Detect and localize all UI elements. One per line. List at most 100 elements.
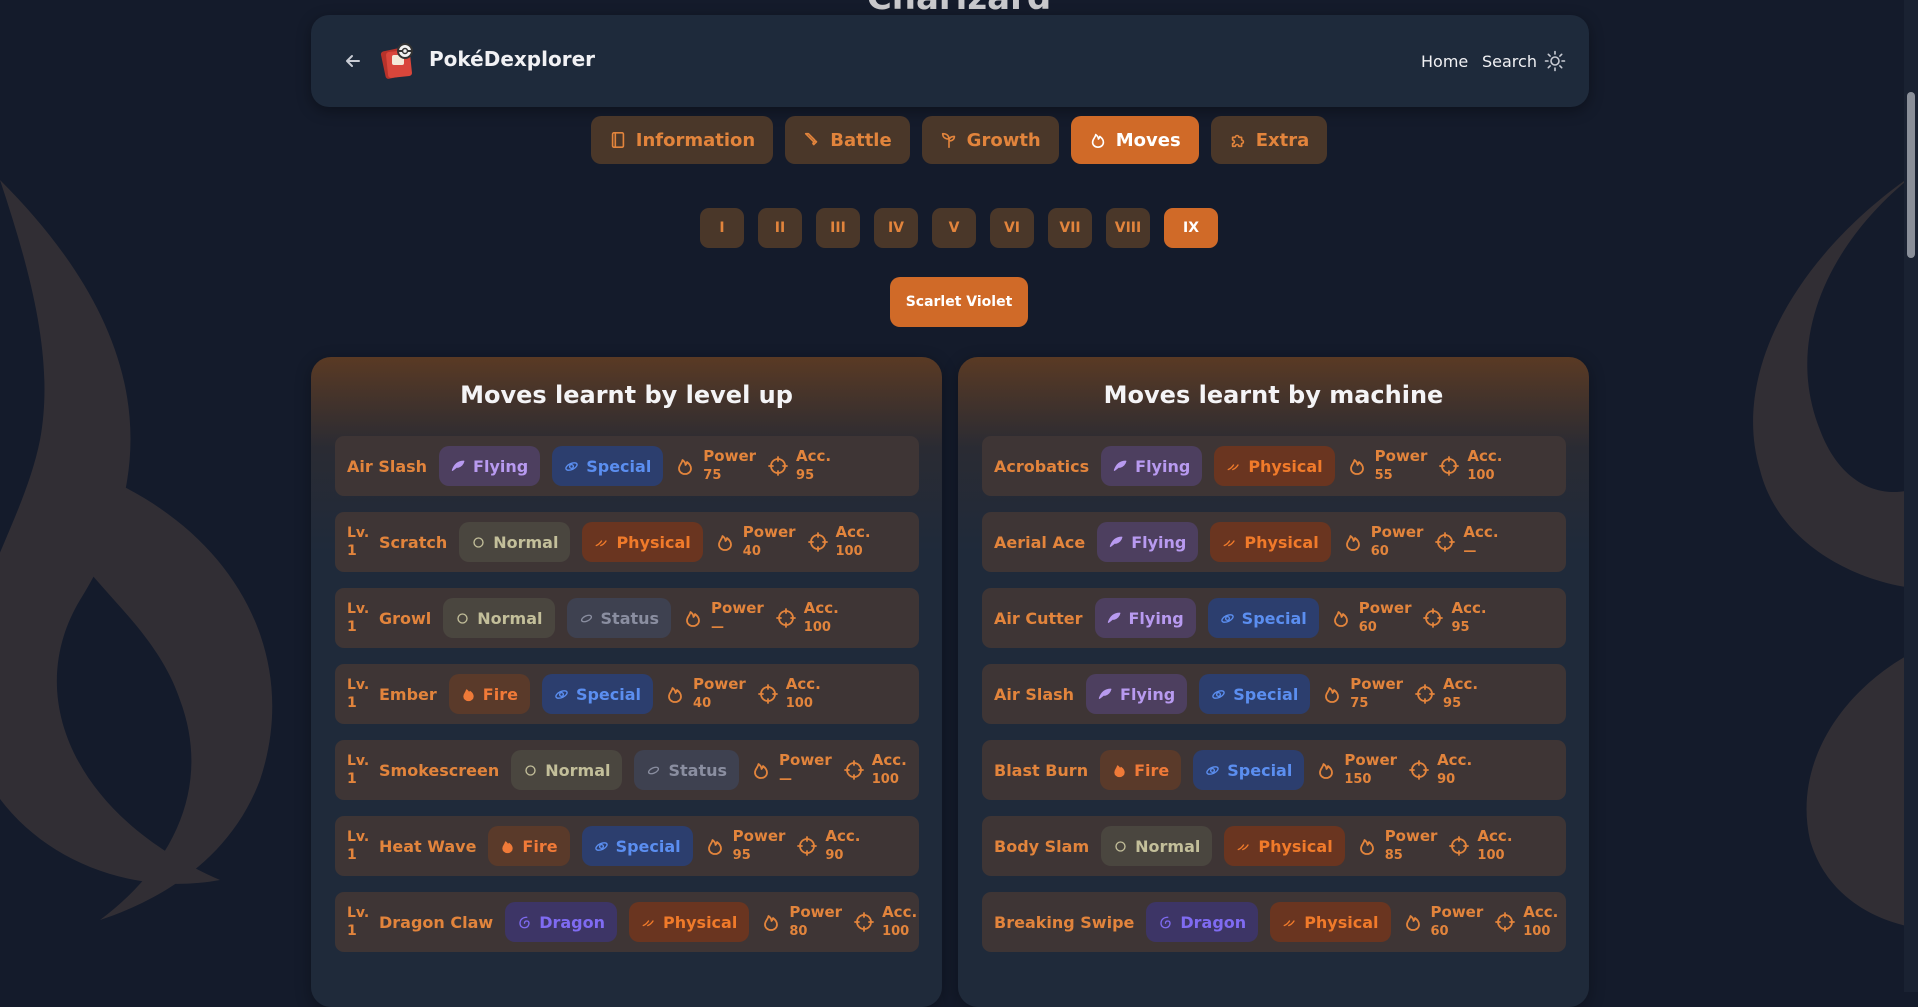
nav-search-link[interactable]: Search bbox=[1482, 52, 1537, 71]
generation-button-iii[interactable]: III bbox=[816, 208, 860, 248]
power-value: — bbox=[711, 620, 725, 635]
move-row-scratch[interactable]: Lv. 1 Scratch Normal Physical Power 40 A… bbox=[335, 512, 919, 572]
type-badge[interactable]: Normal bbox=[1101, 826, 1213, 866]
type-badge[interactable]: Normal bbox=[511, 750, 623, 790]
move-row-smokescreen[interactable]: Lv. 1 Smokescreen Normal Status Power — … bbox=[335, 740, 919, 800]
power-value: 95 bbox=[732, 848, 751, 863]
move-row-air-slash[interactable]: Air Slash Flying Special Power 75 Acc. 9… bbox=[982, 664, 1566, 724]
scrollbar-thumb[interactable] bbox=[1907, 92, 1915, 258]
accuracy-value: — bbox=[1463, 544, 1477, 559]
page-scrollbar[interactable] bbox=[1904, 0, 1918, 992]
category-badge[interactable]: Physical bbox=[1210, 522, 1331, 562]
type-badge[interactable]: Dragon bbox=[505, 902, 617, 942]
category-badge[interactable]: Special bbox=[581, 826, 693, 866]
generation-button-viii[interactable]: VIII bbox=[1106, 208, 1150, 248]
category-badge[interactable]: Special bbox=[1199, 674, 1311, 714]
move-row-heat-wave[interactable]: Lv. 1 Heat Wave Fire Special Power 95 Ac… bbox=[335, 816, 919, 876]
move-row-air-slash[interactable]: Air Slash Flying Special Power 75 Acc. 9… bbox=[335, 436, 919, 496]
category-badge[interactable]: Physical bbox=[582, 522, 703, 562]
generation-button-vi[interactable]: VI bbox=[990, 208, 1034, 248]
tab-label: Battle bbox=[830, 129, 892, 151]
accuracy-label: Acc. bbox=[1467, 447, 1503, 465]
type-badge[interactable]: Fire bbox=[488, 826, 570, 866]
accuracy-label: Acc. bbox=[796, 447, 832, 465]
version-button-scarlet-violet[interactable]: Scarlet Violet bbox=[889, 277, 1029, 327]
category-badge[interactable]: Physical bbox=[1214, 446, 1335, 486]
generation-button-iv[interactable]: IV bbox=[874, 208, 918, 248]
category-badge[interactable]: Special bbox=[1207, 598, 1319, 638]
move-name: Body Slam bbox=[994, 836, 1090, 856]
type-label: Fire bbox=[482, 684, 518, 704]
physical-icon bbox=[642, 919, 654, 926]
move-row-body-slam[interactable]: Body Slam Normal Physical Power 85 Acc. … bbox=[982, 816, 1566, 876]
generation-button-i[interactable]: I bbox=[700, 208, 744, 248]
special-icon bbox=[555, 689, 568, 699]
generation-button-vii[interactable]: VII bbox=[1048, 208, 1092, 248]
flame-icon bbox=[1319, 763, 1334, 779]
category-label: Physical bbox=[1244, 532, 1319, 552]
accuracy-value: 100 bbox=[1467, 468, 1495, 483]
type-badge[interactable]: Dragon bbox=[1146, 902, 1259, 942]
type-badge[interactable]: Flying bbox=[1094, 598, 1196, 638]
move-row-blast-burn[interactable]: Blast Burn Fire Special Power 150 Acc. 9… bbox=[982, 740, 1566, 800]
move-row-ember[interactable]: Lv. 1 Ember Fire Special Power 40 Acc. 1… bbox=[335, 664, 919, 724]
power-label: Power bbox=[1370, 523, 1424, 541]
fire-icon bbox=[463, 688, 474, 701]
category-label: Physical bbox=[1258, 836, 1333, 856]
type-badge[interactable]: Flying bbox=[439, 446, 541, 486]
category-badge[interactable]: Status bbox=[566, 598, 672, 638]
wing-icon bbox=[1107, 612, 1120, 623]
nav-home-link[interactable]: Home bbox=[1421, 52, 1468, 71]
tab-extra[interactable]: Extra bbox=[1210, 116, 1328, 164]
power-stat: Power 55 bbox=[1347, 447, 1427, 485]
tab-growth[interactable]: Growth bbox=[921, 116, 1059, 164]
tab-battle[interactable]: Battle bbox=[785, 116, 910, 164]
wing-icon bbox=[1113, 460, 1127, 471]
target-icon bbox=[1435, 532, 1456, 552]
category-badge[interactable]: Special bbox=[552, 446, 664, 486]
level-label: Lv. bbox=[347, 525, 370, 541]
brand-name[interactable]: PokéDexplorer bbox=[429, 47, 595, 71]
category-badge[interactable]: Status bbox=[634, 750, 740, 790]
power-label: Power bbox=[1430, 903, 1484, 921]
category-badge[interactable]: Physical bbox=[1270, 902, 1391, 942]
category-badge[interactable]: Physical bbox=[1224, 826, 1345, 866]
sun-icon[interactable] bbox=[1544, 50, 1566, 72]
type-badge[interactable]: Fire bbox=[448, 674, 530, 714]
move-row-acrobatics[interactable]: Acrobatics Flying Physical Power 55 Acc.… bbox=[982, 436, 1566, 496]
type-badge[interactable]: Normal bbox=[443, 598, 555, 638]
generation-button-ix[interactable]: IX bbox=[1164, 208, 1218, 248]
power-label: Power bbox=[732, 827, 786, 845]
type-badge[interactable]: Flying bbox=[1101, 446, 1203, 486]
generation-button-ii[interactable]: II bbox=[758, 208, 802, 248]
category-badge[interactable]: Physical bbox=[629, 902, 750, 942]
category-badge[interactable]: Special bbox=[1193, 750, 1305, 790]
flame-icon bbox=[1359, 839, 1374, 855]
move-row-breaking-swipe[interactable]: Breaking Swipe Dragon Physical Power 60 … bbox=[982, 892, 1566, 952]
tab-information[interactable]: Information bbox=[590, 116, 774, 164]
type-badge[interactable]: Fire bbox=[1100, 750, 1182, 790]
target-icon bbox=[775, 608, 796, 628]
move-row-air-cutter[interactable]: Air Cutter Flying Special Power 60 Acc. … bbox=[982, 588, 1566, 648]
type-label: Normal bbox=[493, 532, 559, 552]
type-badge[interactable]: Flying bbox=[1097, 522, 1199, 562]
back-button[interactable] bbox=[339, 47, 367, 75]
type-badge[interactable]: Normal bbox=[459, 522, 571, 562]
accuracy-stat: Acc. 95 bbox=[1423, 599, 1487, 637]
generation-button-v[interactable]: V bbox=[932, 208, 976, 248]
move-level: Lv. 1 bbox=[347, 752, 369, 788]
power-value: 85 bbox=[1384, 848, 1403, 863]
type-badge[interactable]: Flying bbox=[1086, 674, 1188, 714]
level-label: Lv. bbox=[347, 829, 370, 845]
flame-icon bbox=[668, 687, 682, 703]
move-row-aerial-ace[interactable]: Aerial Ace Flying Physical Power 60 Acc.… bbox=[982, 512, 1566, 572]
power-stat: Power — bbox=[683, 599, 764, 637]
accuracy-label: Acc. bbox=[835, 523, 871, 541]
fire-icon bbox=[502, 840, 514, 853]
tab-moves[interactable]: Moves bbox=[1070, 116, 1199, 164]
move-row-growl[interactable]: Lv. 1 Growl Normal Status Power — Acc. 1… bbox=[335, 588, 919, 648]
move-row-dragon-claw[interactable]: Lv. 1 Dragon Claw Dragon Physical Power … bbox=[335, 892, 919, 952]
pokedex-logo[interactable] bbox=[379, 41, 419, 81]
category-badge[interactable]: Special bbox=[541, 674, 654, 714]
accuracy-stat: Acc. 100 bbox=[757, 675, 821, 713]
